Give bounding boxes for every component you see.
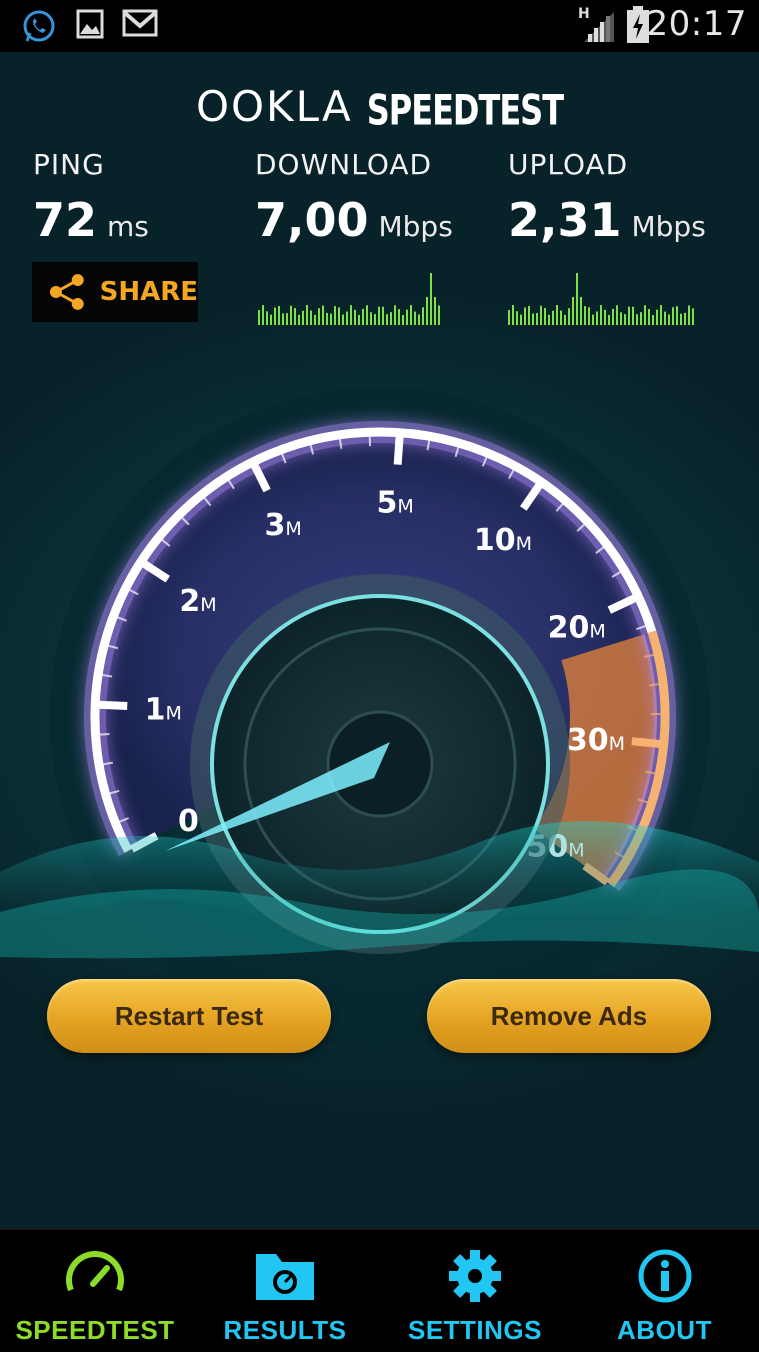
bottom-nav: SPEEDTEST RESULTS SETTINGS [0, 1228, 759, 1352]
whatsapp-icon [20, 8, 58, 46]
remove-ads-label: Remove Ads [491, 1001, 648, 1032]
minor-tick [649, 684, 659, 685]
restart-test-label: Restart Test [115, 1001, 263, 1032]
info-icon [637, 1248, 693, 1304]
nav-results-label: RESULTS [190, 1315, 380, 1346]
nav-results[interactable]: RESULTS [190, 1230, 380, 1352]
restart-test-button[interactable]: Restart Test [47, 979, 331, 1053]
nav-speedtest-label: SPEEDTEST [0, 1315, 190, 1346]
nav-settings-label: SETTINGS [380, 1315, 570, 1346]
major-tick [99, 705, 127, 706]
nav-settings[interactable]: SETTINGS [380, 1230, 570, 1352]
gallery-icon [76, 8, 104, 40]
gmail-icon [122, 8, 158, 38]
speedometer-icon [63, 1248, 127, 1300]
major-tick [632, 741, 660, 744]
major-tick [398, 437, 400, 465]
remove-ads-button[interactable]: Remove Ads [427, 979, 711, 1053]
status-bar: H 20:17 [0, 0, 759, 52]
speedtest-screen: OOKLASPEEDTEST PING 72ms DOWNLOAD 7,00Mb… [0, 52, 759, 1228]
nav-speedtest[interactable]: SPEEDTEST [0, 1230, 190, 1352]
signal-icon [582, 10, 616, 44]
results-folder-icon [254, 1248, 316, 1302]
clock: 20:17 [647, 4, 747, 44]
nav-about[interactable]: ABOUT [570, 1230, 759, 1352]
gear-icon [447, 1248, 503, 1304]
minor-tick [340, 439, 341, 449]
minor-tick [100, 734, 110, 735]
nav-about-label: ABOUT [570, 1315, 759, 1346]
